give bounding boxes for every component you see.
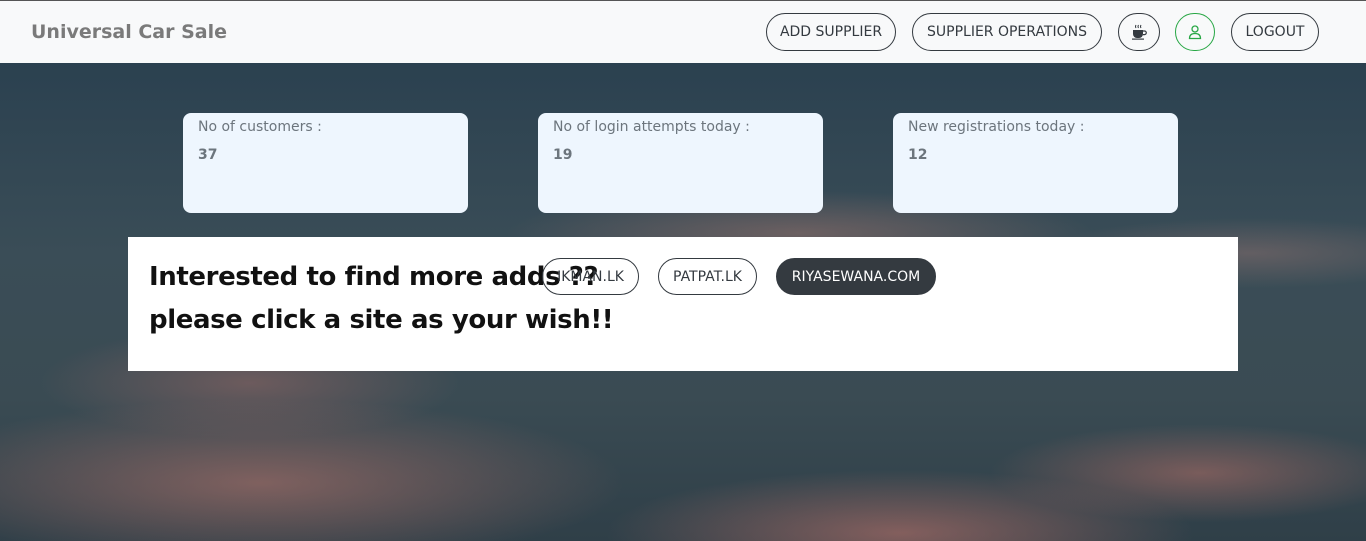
riyasewana-link-button[interactable]: RIYASEWANA.COM [776, 258, 936, 295]
stat-value: 19 [553, 147, 573, 163]
navbar: Universal Car Sale ADD SUPPLIER SUPPLIER… [0, 0, 1366, 63]
stat-label: No of customers : [198, 119, 322, 135]
stat-value: 37 [198, 147, 218, 163]
brand-title[interactable]: Universal Car Sale [31, 21, 227, 43]
profile-button[interactable] [1175, 13, 1215, 51]
user-icon [1188, 25, 1202, 40]
logout-button[interactable]: LOGOUT [1231, 13, 1319, 51]
stat-card-registrations: New registrations today : 12 [893, 113, 1178, 213]
stat-card-login-attempts: No of login attempts today : 19 [538, 113, 823, 213]
stat-card-customers: No of customers : 37 [183, 113, 468, 213]
supplier-operations-button[interactable]: SUPPLIER OPERATIONS [912, 13, 1102, 51]
add-supplier-button[interactable]: ADD SUPPLIER [766, 13, 896, 51]
coffee-button[interactable] [1118, 13, 1160, 51]
stat-value: 12 [908, 147, 928, 163]
ikman-link-button[interactable]: IKMAN.LK [542, 258, 639, 295]
promo-panel: Interested to find more adds ?? please c… [128, 237, 1238, 371]
promo-heading-line2: please click a site as your wish!! [149, 305, 614, 335]
stat-label: New registrations today : [908, 119, 1085, 135]
coffee-icon [1132, 24, 1147, 40]
patpat-link-button[interactable]: PATPAT.LK [658, 258, 757, 295]
stat-label: No of login attempts today : [553, 119, 750, 135]
promo-heading-line1: Interested to find more adds ?? [149, 262, 599, 292]
